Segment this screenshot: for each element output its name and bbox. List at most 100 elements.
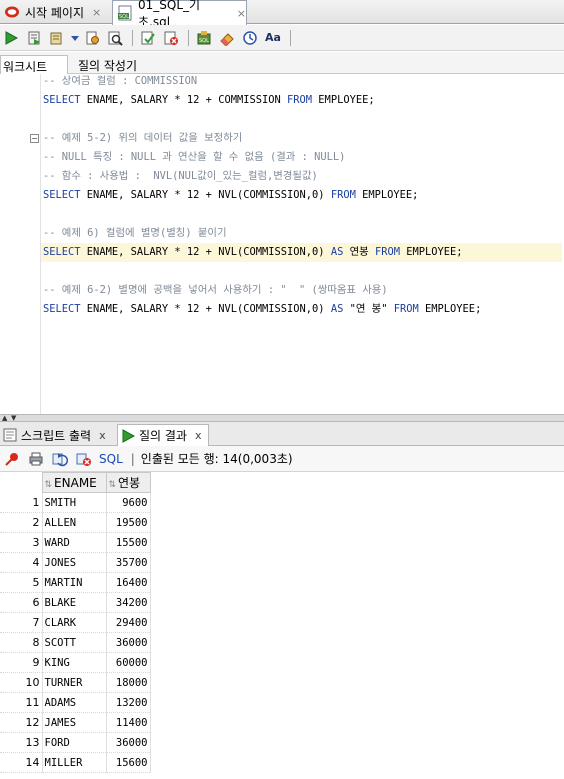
table-row[interactable]: 3 WARD 15500	[0, 532, 151, 553]
code-token: -- 예제 6) 컬럼에 별명(별칭) 붙이기	[43, 227, 227, 239]
tab-query-result[interactable]: 질의 결과 x	[117, 424, 209, 446]
cell-ename[interactable]: JONES	[41, 552, 106, 573]
table-row[interactable]: 7 CLARK 29400	[0, 612, 151, 633]
chevron-up-icon[interactable]: ▲	[2, 415, 7, 422]
code-token: SELECT	[43, 189, 81, 201]
tab-script-output[interactable]: 스크립트 출력 x	[0, 424, 116, 446]
print-icon[interactable]	[27, 450, 45, 468]
cell-ename[interactable]: BLAKE	[41, 592, 106, 613]
close-icon[interactable]: x	[195, 429, 202, 442]
cell-ename[interactable]: JAMES	[41, 712, 106, 733]
code-line[interactable]: SELECT ENAME, SALARY * 12 + COMMISSION F…	[43, 91, 564, 110]
chevron-down-icon[interactable]: ▼	[11, 415, 16, 422]
table-row[interactable]: 9 KING 60000	[0, 652, 151, 673]
table-row[interactable]: 5 MARTIN 16400	[0, 572, 151, 593]
autotrace-icon[interactable]	[48, 29, 66, 47]
code-line[interactable]: -- 함수 : 사용법 : NVL(NUL값이_있는_컬럼,변경될값)	[43, 167, 564, 186]
worksheet-subtabs: 워크시트 질의 작성기	[0, 52, 564, 74]
run-statement-icon[interactable]	[2, 29, 20, 47]
sql-editor[interactable]: -- 상여금 컬럼 : COMMISSION SELECT ENAME, SALA…	[0, 74, 564, 414]
row-number: 8	[0, 632, 42, 653]
code-line[interactable]: -- 예제 6) 컬럼에 별명(별칭) 붙이기	[43, 224, 564, 243]
code-token: EMPLOYEE;	[400, 246, 463, 258]
commit-icon[interactable]	[139, 29, 157, 47]
unshared-sql-icon[interactable]: SQL	[195, 29, 213, 47]
cell-salary[interactable]: 19500	[105, 512, 151, 533]
explain-plan-icon[interactable]	[83, 29, 101, 47]
cell-salary[interactable]: 34200	[105, 592, 151, 613]
run-script-icon[interactable]	[25, 29, 43, 47]
cell-salary[interactable]: 35700	[105, 552, 151, 573]
code-token: 12	[186, 303, 200, 315]
code-line[interactable]: -- NULL 특징 : NULL 과 연산을 할 수 없음 (결과 : NUL…	[43, 148, 564, 167]
code-line[interactable]: SELECT ENAME, SALARY * 12 + NVL(COMMISSI…	[43, 300, 564, 319]
cell-salary[interactable]: 16400	[105, 572, 151, 593]
table-row[interactable]: 6 BLAKE 34200	[0, 592, 151, 613]
table-row[interactable]: 2 ALLEN 19500	[0, 512, 151, 533]
rollback-icon[interactable]	[162, 29, 180, 47]
results-grid[interactable]: ⇅ ENAME ⇅ 연봉 1 SMITH 9600 2 ALLEN 19500 3 WARD 155…	[0, 472, 564, 779]
code-line[interactable]	[43, 110, 564, 129]
code-token: )	[318, 246, 331, 258]
cell-salary[interactable]: 36000	[105, 632, 151, 653]
tab-worksheet[interactable]: 워크시트	[0, 55, 68, 74]
tab-query-builder[interactable]: 질의 작성기	[76, 55, 137, 74]
column-header-salary[interactable]: ⇅ 연봉	[105, 472, 151, 493]
tab-sql-file[interactable]: SQL 01_SQL_기초.sql ×	[112, 0, 247, 29]
cell-ename[interactable]: TURNER	[41, 672, 106, 693]
pane-splitter[interactable]: ▲ ▼	[0, 414, 564, 422]
to-upper-lower-icon[interactable]: Aa	[264, 29, 282, 47]
column-header-ename[interactable]: ⇅ ENAME	[41, 472, 107, 493]
cell-salary[interactable]: 9600	[105, 492, 151, 513]
cell-salary[interactable]: 29400	[105, 612, 151, 633]
chevron-down-icon[interactable]	[71, 29, 79, 47]
cancel-query-icon[interactable]	[75, 450, 93, 468]
code-token: "연 봉"	[343, 303, 394, 315]
cell-salary[interactable]: 13200	[105, 692, 151, 713]
cell-ename[interactable]: ALLEN	[41, 512, 106, 533]
close-icon[interactable]: ×	[92, 6, 101, 19]
sort-icon: ⇅	[44, 479, 53, 490]
code-line[interactable]	[43, 205, 564, 224]
cell-ename[interactable]: CLARK	[41, 612, 106, 633]
table-row[interactable]: 12 JAMES 11400	[0, 712, 151, 733]
code-line[interactable]	[43, 262, 564, 281]
table-row[interactable]: 10 TURNER 18000	[0, 672, 151, 693]
cell-salary[interactable]: 15600	[105, 752, 151, 773]
cell-salary[interactable]: 18000	[105, 672, 151, 693]
cell-ename[interactable]: SMITH	[41, 492, 106, 513]
cell-salary[interactable]: 15500	[105, 532, 151, 553]
table-row[interactable]: 13 FORD 36000	[0, 732, 151, 753]
tab-start-page[interactable]: 시작 페이지 ×	[0, 0, 112, 24]
cell-salary[interactable]: 36000	[105, 732, 151, 753]
table-row[interactable]: 14 MILLER 15600	[0, 752, 151, 773]
code-line[interactable]: SELECT ENAME, SALARY * 12 + NVL(COMMISSI…	[41, 243, 562, 262]
cell-ename[interactable]: MILLER	[41, 752, 106, 773]
sql-history-icon[interactable]	[241, 29, 259, 47]
sql-tuning-icon[interactable]	[106, 29, 124, 47]
eraser-icon[interactable]	[218, 29, 236, 47]
cell-ename[interactable]: WARD	[41, 532, 106, 553]
table-row[interactable]: 11 ADAMS 13200	[0, 692, 151, 713]
cell-ename[interactable]: MARTIN	[41, 572, 106, 593]
cell-ename[interactable]: ADAMS	[41, 692, 106, 713]
cell-salary[interactable]: 11400	[105, 712, 151, 733]
refresh-icon[interactable]	[51, 450, 69, 468]
cell-salary[interactable]: 60000	[105, 652, 151, 673]
cell-ename[interactable]: KING	[41, 652, 106, 673]
sql-link[interactable]: SQL	[99, 452, 123, 466]
code-line[interactable]: -- 예제 6-2) 별명에 공백을 넣어서 사용하기 : " " (쌍따옴표 …	[43, 281, 564, 300]
pin-icon[interactable]	[3, 450, 21, 468]
table-row[interactable]: 8 SCOTT 36000	[0, 632, 151, 653]
code-line[interactable]: -- 상여금 컬럼 : COMMISSION	[43, 74, 564, 91]
code-token: AS	[330, 246, 344, 258]
code-line[interactable]: SELECT ENAME, SALARY * 12 + NVL(COMMISSI…	[43, 186, 564, 205]
close-icon[interactable]: x	[99, 429, 106, 442]
fold-toggle-icon[interactable]: −	[30, 134, 39, 143]
code-line[interactable]: -- 예제 5-2) 위의 데이터 값을 보정하기	[43, 129, 564, 148]
close-icon[interactable]: ×	[237, 7, 246, 20]
cell-ename[interactable]: FORD	[41, 732, 106, 753]
cell-ename[interactable]: SCOTT	[41, 632, 106, 653]
table-row[interactable]: 1 SMITH 9600	[0, 492, 151, 513]
table-row[interactable]: 4 JONES 35700	[0, 552, 151, 573]
